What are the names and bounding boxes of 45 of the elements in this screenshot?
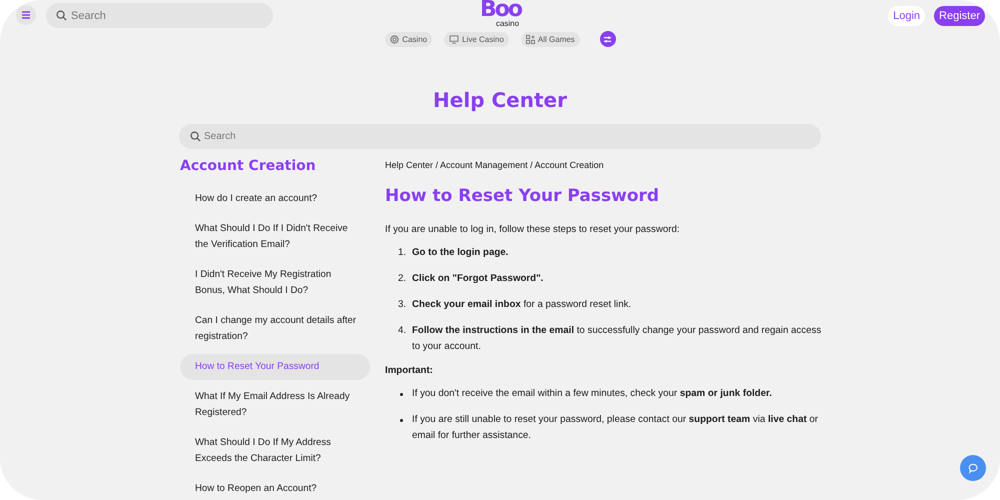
menu-icon xyxy=(21,10,31,20)
note-text: If you don't receive the email within a few minutes, check your spam or junk folder. xyxy=(412,387,773,401)
search-icon xyxy=(56,10,67,21)
search-field[interactable]: Search xyxy=(179,124,821,149)
step-text: Follow the instructions in the email to successfully change your password and regain access to your account. xyxy=(412,324,822,354)
paragraph: If you are unable to log in, follow these steps to reset your password: xyxy=(385,224,681,235)
sliders-icon xyxy=(603,34,612,44)
nav-tab[interactable]: Live Casino xyxy=(444,32,509,46)
menu-button[interactable] xyxy=(16,5,36,25)
step-number: 1. xyxy=(398,246,408,260)
screen-icon xyxy=(449,34,460,44)
step-number: 2. xyxy=(398,272,408,286)
article-title: How to Reset Your Password xyxy=(385,186,660,206)
page-title: Help Center xyxy=(432,88,568,112)
sidebar-link[interactable]: What If My Email Address Is Already Registered? xyxy=(180,384,370,426)
sidebar-link[interactable]: What Should I Do If I Didn't Receive the Verification Email? xyxy=(180,216,370,258)
sidebar-link[interactable]: I Didn't Receive My Registration Bonus, What Should I Do? xyxy=(180,262,370,304)
sidebar-link[interactable]: What Should I Do If My Address Exceeds the Character Limit? xyxy=(180,430,370,472)
step-number: 3. xyxy=(398,298,408,312)
sidebar-link[interactable]: Can I change my account details after registration? xyxy=(180,308,370,350)
important-label: Important: xyxy=(385,365,434,376)
grid-icon xyxy=(526,34,535,44)
section-heading: Account Creation xyxy=(180,158,317,174)
chat-icon xyxy=(968,462,978,474)
logo[interactable]: Boo casino xyxy=(480,0,521,29)
bullet xyxy=(400,419,403,422)
chat-button[interactable] xyxy=(960,455,986,481)
register-button[interactable]: Register xyxy=(934,6,985,26)
breadcrumb: Help Center / Account Management / Account Creation xyxy=(385,160,605,170)
step-text: Check your email inbox for a password reset link. xyxy=(412,298,632,312)
chip-icon xyxy=(390,34,400,44)
sidebar-link[interactable]: How to Reset Your Password xyxy=(180,354,370,380)
step-text: Go to the login page. xyxy=(412,246,510,260)
sidebar-link[interactable]: How do I create an account? xyxy=(180,186,370,212)
note-text: If you are still unable to reset your password, please contact our support team via live chat or email for further assistance. xyxy=(412,413,820,443)
filter-button[interactable] xyxy=(600,31,616,47)
step-number: 4. xyxy=(398,324,408,338)
nav-tab[interactable]: Casino xyxy=(385,32,432,46)
bullet xyxy=(400,393,403,396)
login-button[interactable]: Login xyxy=(888,6,926,26)
nav-tab[interactable]: All Games xyxy=(520,32,580,46)
step-text: Click on "Forgot Password". xyxy=(412,272,544,286)
sidebar-link[interactable]: How to Reopen an Account? xyxy=(180,476,370,500)
search-field[interactable]: Search xyxy=(46,3,273,28)
search-icon xyxy=(190,131,201,142)
